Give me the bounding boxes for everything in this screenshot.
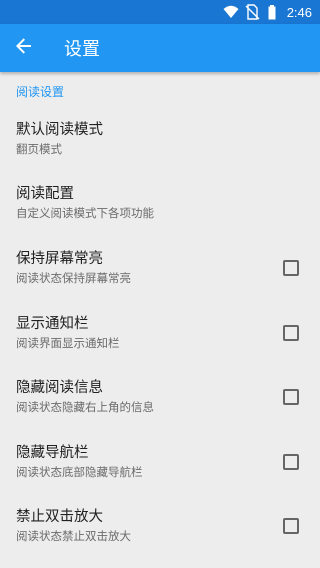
- app-bar: 设置: [0, 24, 320, 72]
- pref-title: 默认阅读模式: [16, 122, 103, 138]
- pref-title: 隐藏阅读信息: [16, 380, 103, 396]
- status-bar: 2:46: [0, 0, 320, 24]
- pref-summary: 阅读界面显示通知栏: [16, 335, 120, 350]
- settings-list: 阅读设置 默认阅读模式 翻页模式 阅读配置 自定义阅读模式下各项功能 保持屏幕常…: [0, 72, 320, 568]
- show-notification-bar-checkbox[interactable]: [283, 324, 299, 341]
- pref-summary: 阅读状态底部隐藏导航栏: [16, 464, 143, 479]
- battery-icon: [265, 4, 281, 20]
- pref-hide-navigation-bar[interactable]: 隐藏导航栏 阅读状态底部隐藏导航栏: [0, 429, 320, 494]
- hide-navigation-bar-checkbox[interactable]: [283, 453, 299, 470]
- pref-summary: 阅读状态隐藏右上角的信息: [16, 400, 154, 414]
- pref-title: 阅读配置: [16, 186, 74, 202]
- pref-hide-reading-info[interactable]: 隐藏阅读信息 阅读状态隐藏右上角的信息: [0, 365, 320, 429]
- pref-keep-screen-on[interactable]: 保持屏幕常亮 阅读状态保持屏幕常亮: [0, 236, 320, 300]
- pref-summary: 翻页模式: [16, 142, 62, 156]
- disable-double-tap-zoom-checkbox[interactable]: [283, 518, 299, 534]
- pref-summary: 阅读状态保持屏幕常亮: [16, 271, 131, 285]
- status-time: 2:46: [286, 4, 312, 20]
- wifi-icon: [223, 4, 239, 20]
- back-button[interactable]: [0, 24, 48, 72]
- pref-disable-double-tap-zoom[interactable]: 禁止双击放大 阅读状态禁止双击放大: [0, 494, 320, 558]
- pref-summary: 自定义阅读模式下各项功能: [16, 206, 154, 220]
- pref-reading-config[interactable]: 阅读配置 自定义阅读模式下各项功能: [0, 170, 320, 236]
- section-header-reading: 阅读设置: [16, 85, 65, 99]
- pref-title: 禁止双击放大: [16, 509, 103, 525]
- pref-title: 隐藏导航栏: [16, 444, 89, 461]
- pref-show-notification-bar[interactable]: 显示通知栏 阅读界面显示通知栏: [0, 300, 320, 365]
- pref-title: 保持屏幕常亮: [16, 251, 103, 267]
- hide-reading-info-checkbox[interactable]: [283, 389, 299, 405]
- arrow-back-icon: [16, 38, 32, 58]
- no-sim-icon: [244, 4, 260, 20]
- page-title: 设置: [64, 39, 100, 60]
- pref-default-reading-mode[interactable]: 默认阅读模式 翻页模式: [0, 108, 320, 170]
- pref-title: 显示通知栏: [16, 315, 89, 332]
- pref-summary: 阅读状态禁止双击放大: [16, 529, 131, 543]
- keep-screen-on-checkbox[interactable]: [283, 260, 299, 276]
